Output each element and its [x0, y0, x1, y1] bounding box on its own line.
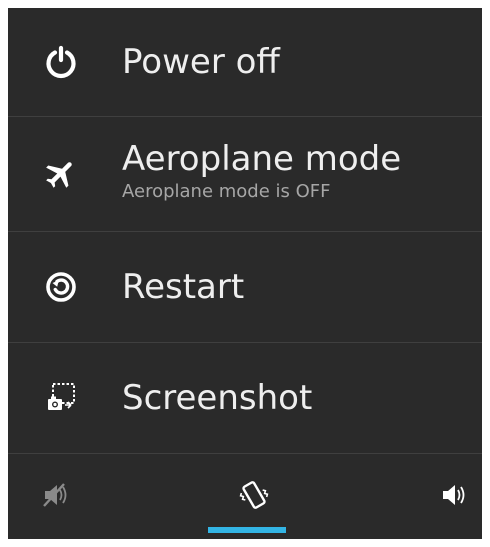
restart-label: Restart	[122, 267, 245, 307]
aeroplane-mode-status: Aeroplane mode is OFF	[122, 181, 331, 202]
aeroplane-mode-label: Aeroplane mode	[122, 139, 402, 179]
restart-icon	[42, 268, 80, 306]
screenshot-icon	[42, 379, 80, 417]
power-options-dialog: Power off Aeroplane mode Aeroplane mode …	[8, 8, 482, 539]
airplane-icon	[42, 155, 80, 193]
vibrate-icon	[237, 477, 271, 517]
power-off-item[interactable]: Power off	[8, 8, 482, 116]
sound-on-button[interactable]	[394, 454, 490, 539]
selected-mode-indicator	[208, 527, 286, 533]
restart-item[interactable]: Restart	[8, 232, 482, 342]
power-icon	[42, 43, 80, 81]
silent-mode-button[interactable]	[0, 454, 116, 539]
sound-off-icon	[41, 480, 71, 514]
power-off-label: Power off	[122, 42, 280, 82]
aeroplane-mode-item[interactable]: Aeroplane mode Aeroplane mode is OFF	[8, 117, 482, 231]
sound-on-icon	[439, 480, 469, 514]
screenshot-label: Screenshot	[122, 378, 313, 418]
screenshot-item[interactable]: Screenshot	[8, 343, 482, 453]
